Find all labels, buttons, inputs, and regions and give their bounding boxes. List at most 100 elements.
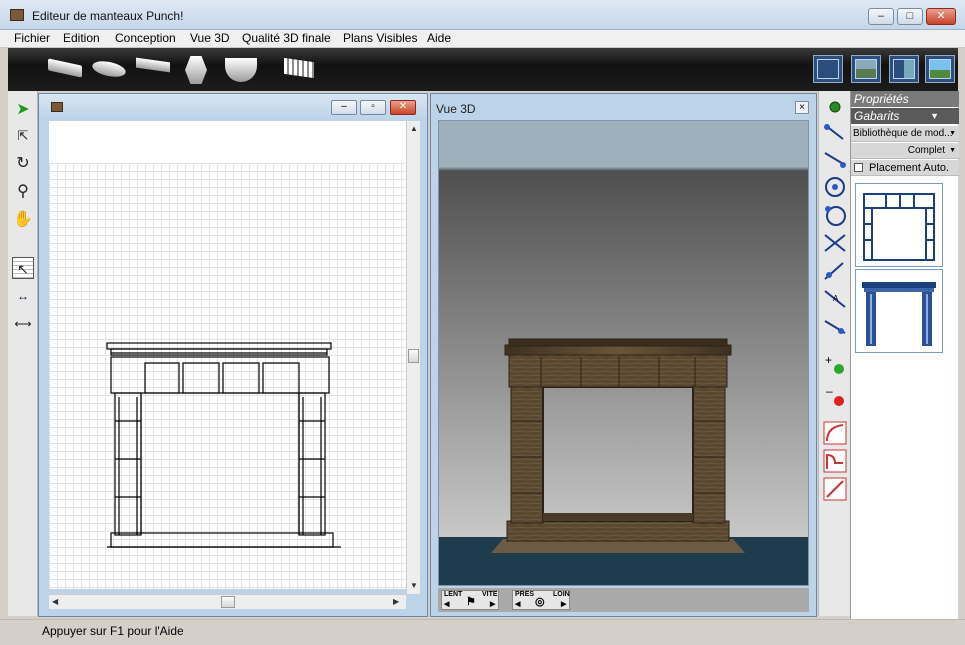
menu-plans-visibles[interactable]: Plans Visibles — [343, 31, 417, 45]
molding-angle-icon[interactable] — [136, 57, 170, 73]
select-arrow-icon[interactable]: ➤ — [12, 99, 34, 121]
mantel-template-1-thumb — [863, 193, 935, 261]
window-title: Editeur de manteaux Punch! — [32, 9, 184, 23]
binoculars-icon: ◎ — [535, 596, 545, 608]
close-button[interactable]: ✕ — [926, 8, 956, 25]
zoom-icon[interactable]: ⚲ — [12, 181, 34, 203]
vertical-scrollbar[interactable]: ▲ ▼ — [406, 121, 420, 594]
elevation-view-button[interactable] — [851, 55, 881, 83]
view-3d-close-button[interactable]: × — [795, 101, 809, 114]
chevron-down-icon: ▼ — [930, 111, 939, 121]
split-view-button[interactable] — [889, 55, 919, 83]
distance-control[interactable]: PRES LOIN ◎ ◀ ▶ — [512, 590, 570, 610]
restore-icon: ▫ — [371, 101, 375, 112]
status-text: Appuyer sur F1 pour l'Aide — [42, 624, 184, 638]
elevation-view-icon — [855, 59, 877, 79]
add-point-icon[interactable]: + — [823, 353, 847, 377]
mantel-elevation-drawing — [106, 342, 341, 548]
scroll-left-icon[interactable]: ◀ — [52, 597, 58, 606]
point-icon[interactable] — [823, 95, 847, 119]
line-point-icon[interactable] — [823, 121, 847, 145]
auto-place-label: Placement Auto. — [869, 162, 950, 174]
panel-icon — [51, 102, 63, 112]
app-icon — [10, 9, 24, 21]
arc-tool-icon[interactable] — [823, 421, 847, 445]
molding-oval-icon[interactable] — [90, 58, 128, 80]
svg-text:–: – — [826, 385, 833, 398]
line-angle-icon[interactable] — [823, 259, 847, 283]
select-points-icon[interactable]: ⇱ — [12, 125, 34, 147]
library-select[interactable]: Bibliothèque de mod... ▼ — [851, 126, 959, 142]
remove-point-icon[interactable]: – — [823, 385, 847, 409]
rotate-icon[interactable]: ↻ — [12, 153, 34, 175]
menu-vue3d[interactable]: Vue 3D — [190, 31, 230, 45]
maximize-button[interactable]: □ — [897, 8, 923, 25]
menu-bar: Fichier Edition Conception Vue 3D Qualit… — [0, 30, 965, 48]
curve-tool-icon[interactable] — [823, 449, 847, 473]
speed-runner-icon: ⚑ — [466, 596, 476, 608]
distance-right-icon[interactable]: ▶ — [561, 600, 566, 608]
minimize-icon: – — [341, 101, 347, 112]
templates-tab[interactable]: Gabarits ▼ — [851, 108, 959, 124]
circle-center-icon[interactable] — [823, 175, 847, 199]
dimension-grid-icon[interactable]: ↔ — [12, 285, 34, 307]
menu-aide[interactable]: Aide — [427, 31, 451, 45]
3d-view-button[interactable] — [925, 55, 955, 83]
horizontal-scroll-thumb[interactable] — [221, 596, 235, 608]
molding-dentil-icon[interactable] — [284, 57, 314, 79]
panel-restore-button[interactable]: ▫ — [360, 100, 386, 115]
circle-edge-icon[interactable] — [823, 203, 847, 227]
molding-curve-icon[interactable] — [225, 58, 257, 82]
mantel-template-2[interactable] — [855, 269, 943, 353]
dimension-plane-icon[interactable]: ⟷ — [12, 313, 34, 335]
line-point-end-icon[interactable] — [823, 147, 847, 171]
line-intersect-icon[interactable] — [823, 231, 847, 255]
speed-left-icon[interactable]: ◀ — [444, 600, 449, 608]
properties-panel: Propriétés Gabarits ▼ Bibliothèque de mo… — [850, 91, 959, 636]
pan-hand-icon[interactable]: ✋ — [12, 209, 34, 231]
auto-place-checkbox[interactable] — [854, 163, 863, 172]
templates-tab-label: Gabarits — [854, 109, 900, 123]
plan-2d-header: – ▫ ✕ — [39, 94, 427, 120]
speed-control[interactable]: LENT VITE ⚑ ◀ ▶ — [441, 590, 499, 610]
mantel-3d-render — [439, 121, 808, 585]
panel-minimize-button[interactable]: – — [331, 100, 357, 115]
scroll-up-icon[interactable]: ▲ — [410, 124, 418, 133]
filter-select[interactable]: Complet ▼ — [851, 143, 959, 159]
title-bar: Editeur de manteaux Punch! – □ ✕ — [0, 0, 965, 30]
line-extend-icon[interactable] — [823, 315, 847, 339]
view-3d-viewport[interactable] — [438, 120, 809, 586]
scroll-down-icon[interactable]: ▼ — [410, 581, 418, 590]
plan-view-button[interactable] — [813, 55, 843, 83]
status-bar: Appuyer sur F1 pour l'Aide — [0, 619, 965, 645]
menu-fichier[interactable]: Fichier — [14, 31, 50, 45]
vertical-scroll-thumb[interactable] — [408, 349, 419, 363]
chevron-down-icon: ▼ — [949, 130, 956, 137]
molding-straight-icon[interactable] — [48, 58, 82, 78]
select-grid-icon[interactable]: ↖ — [12, 257, 34, 279]
plan-2d-panel: – ▫ ✕ ▲ ▼ ◀ ▶ — [38, 93, 428, 617]
svg-text:A: A — [833, 294, 839, 303]
fillet-tool-icon[interactable] — [823, 477, 847, 501]
distance-left-icon[interactable]: ◀ — [515, 600, 520, 608]
horizontal-scrollbar[interactable]: ◀ ▶ — [49, 594, 406, 609]
plan-2d-canvas[interactable] — [49, 121, 406, 589]
menu-conception[interactable]: Conception — [115, 31, 176, 45]
line-label-icon[interactable]: A — [823, 287, 847, 311]
3d-view-icon — [929, 59, 951, 79]
scroll-right-icon[interactable]: ▶ — [393, 597, 399, 606]
minimize-button[interactable]: – — [868, 8, 894, 25]
speed-right-icon[interactable]: ▶ — [490, 600, 495, 608]
molding-hex-icon[interactable] — [185, 56, 207, 84]
distance-far-label: LOIN — [553, 591, 570, 598]
minimize-icon: – — [877, 10, 885, 22]
molding-toolbar — [8, 48, 958, 91]
menu-qualite3d[interactable]: Qualité 3D finale — [242, 31, 331, 45]
svg-text:+: + — [825, 353, 832, 367]
menu-edition[interactable]: Edition — [63, 31, 100, 45]
view-3d-title: Vue 3D — [436, 102, 476, 116]
panel-close-button[interactable]: ✕ — [390, 100, 416, 115]
mantel-template-1[interactable] — [855, 183, 943, 267]
right-toolbar: A + – — [818, 91, 850, 616]
plan-view-icon — [817, 59, 839, 79]
